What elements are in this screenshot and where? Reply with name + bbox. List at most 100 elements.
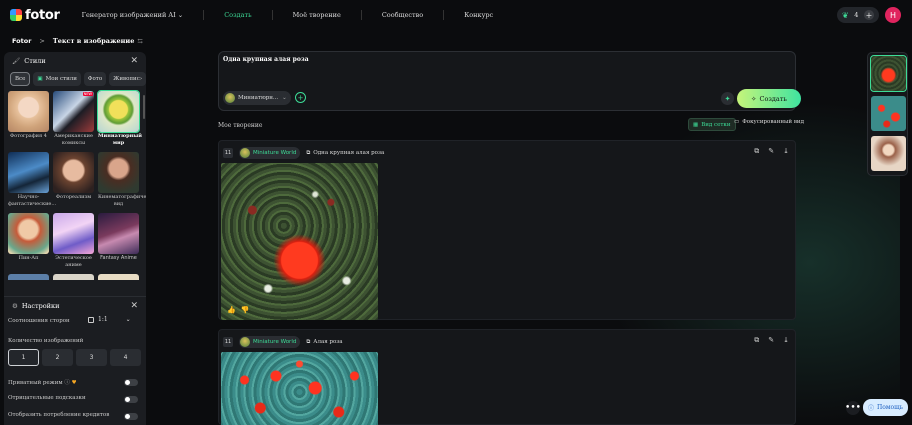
help-icon[interactable]: ⓘ — [64, 380, 70, 386]
count-3-button[interactable]: 3 — [76, 349, 107, 366]
help-button[interactable]: ⓘ Помощь — [863, 399, 908, 416]
palette-icon: 🖌 — [12, 57, 21, 65]
more-icon[interactable]: ••• — [845, 401, 861, 415]
swap-icon[interactable]: ⇆ — [137, 37, 142, 45]
add-credits-button[interactable]: + — [864, 10, 874, 20]
new-badge: NEW — [82, 92, 93, 96]
history-thumbnail[interactable] — [871, 136, 906, 171]
copy-icon[interactable]: ⧉ — [754, 147, 759, 156]
breadcrumb: Fotor > Текст в изображение ⇆ — [12, 37, 143, 45]
prompt-box[interactable]: Одна крупная алая роза Миниатюрн... ⌄ + … — [218, 51, 801, 111]
count-2-button[interactable]: 2 — [42, 349, 73, 366]
chip-painting[interactable]: Живопис › — [109, 72, 146, 86]
style-tile[interactable]: Фотография 4 — [8, 91, 49, 152]
card-actions: ⧉ ✎ ⤓ — [754, 336, 789, 345]
grid-icon: ▦ — [693, 121, 699, 128]
nav-ai-generator[interactable]: Генератор изображений AI ⌄ — [82, 11, 184, 19]
create-button[interactable]: ✧ Создать — [737, 89, 801, 108]
aspect-select[interactable]: 1:1 ⌄ — [88, 316, 131, 323]
model-badge: 11 — [223, 337, 233, 347]
style-thumbnail — [97, 90, 140, 133]
styles-icon: ▣ — [37, 76, 43, 82]
add-style-icon[interactable]: + — [295, 92, 306, 103]
prompt-icon: ⧉ — [306, 338, 311, 345]
style-filter-chips: Все ▣ Мои стили Фото Живопис › — [4, 72, 146, 86]
thumbs-up-icon[interactable]: 👍 — [227, 306, 236, 314]
close-icon[interactable]: ✕ — [130, 301, 138, 311]
grid-view-button[interactable]: ▦ Вид сетки — [688, 118, 736, 131]
style-thumbnail — [240, 148, 250, 158]
prompt-tag[interactable]: ⧉ Алая роза — [306, 339, 342, 346]
gallery-title: Мое творение — [218, 122, 263, 129]
prompt-icon: ⧉ — [306, 149, 311, 156]
chevron-right-icon: › — [139, 76, 143, 82]
private-mode-toggle[interactable] — [124, 379, 138, 386]
negative-prompts-toggle[interactable] — [124, 396, 138, 403]
style-tag[interactable]: Miniature World — [239, 147, 301, 159]
square-icon — [88, 316, 94, 323]
magic-enhance-icon[interactable]: ✦ — [721, 92, 734, 105]
style-tile[interactable]: NEW Американские комиксы — [53, 91, 94, 152]
styles-scrollbar[interactable] — [143, 95, 145, 119]
style-thumbnail[interactable] — [53, 274, 94, 280]
chip-my-styles[interactable]: ▣ Мои стили — [33, 72, 81, 86]
creation-card: 11 Miniature World ⧉ Одна крупная алая ро… — [218, 140, 796, 320]
chevron-down-icon: ⌄ — [177, 11, 184, 19]
generated-image[interactable] — [221, 352, 378, 425]
style-grid: Фотография 4 NEW Американские комиксы Ми… — [4, 86, 146, 274]
count-1-button[interactable]: 1 — [8, 349, 39, 366]
style-selector[interactable]: Миниатюрн... ⌄ — [223, 91, 291, 105]
thumbs-down-icon[interactable]: 👎 — [241, 306, 250, 314]
chevron-down-icon: ⌄ — [125, 316, 131, 323]
private-mode-label: Приватный режим ⓘ ♥ — [8, 380, 77, 386]
creation-card: 11 Miniature World ⧉ Алая роза ⧉ ✎ ⤓ — [218, 329, 796, 425]
style-thumbnail — [8, 213, 49, 254]
style-thumbnail — [8, 91, 49, 132]
history-thumbnail[interactable] — [871, 96, 906, 131]
style-tile[interactable]: Кинематографический вид — [98, 152, 146, 213]
breadcrumb-current: Текст в изображение — [52, 37, 135, 45]
copy-icon[interactable]: ⧉ — [754, 336, 759, 345]
style-tile[interactable]: Пин-Ап — [8, 213, 49, 274]
aspect-label: Соотношения сторон — [8, 318, 70, 324]
style-tile[interactable]: Фотореализм — [53, 152, 94, 213]
fotor-logo[interactable]: fotor — [10, 8, 60, 23]
focused-view-button[interactable]: ▭ Фокусированный вид — [734, 119, 804, 125]
style-thumbnail — [98, 213, 139, 254]
chip-photo[interactable]: Фото — [83, 72, 107, 86]
style-tag[interactable]: Miniature World — [239, 336, 301, 348]
breadcrumb-separator: > — [39, 37, 45, 45]
edit-icon[interactable]: ✎ — [768, 147, 774, 156]
style-tile[interactable]: Эстетическое аниме — [53, 213, 94, 274]
generated-image[interactable] — [221, 163, 378, 320]
breadcrumb-root[interactable]: Fotor — [12, 37, 31, 45]
style-tile[interactable]: Миниатюрный мир — [97, 90, 142, 152]
image-count-selector: 1 2 3 4 — [8, 349, 141, 366]
credits-badge[interactable]: ❦ 4 + — [837, 7, 879, 23]
edit-icon[interactable]: ✎ — [768, 336, 774, 345]
more-styles-row — [4, 274, 146, 280]
credit-usage-toggle[interactable] — [124, 413, 138, 420]
chevron-down-icon: ⌄ — [282, 95, 287, 101]
prompt-tag[interactable]: ⧉ Одна крупная алая роза — [306, 150, 384, 157]
chip-all[interactable]: Все — [10, 72, 31, 86]
avatar[interactable]: H — [885, 7, 901, 23]
style-thumbnail[interactable] — [8, 274, 49, 280]
prompt-input[interactable]: Одна крупная алая роза — [223, 56, 309, 63]
history-thumbnail[interactable] — [870, 55, 907, 92]
style-tile[interactable]: Fantasy Anime — [98, 213, 139, 274]
count-4-button[interactable]: 4 — [110, 349, 141, 366]
count-label: Количество изображений — [8, 338, 84, 344]
logo-icon — [10, 9, 22, 21]
download-icon[interactable]: ⤓ — [783, 147, 789, 156]
nav-divider — [203, 10, 205, 20]
main-area: Одна крупная алая роза Миниатюрн... ⌄ + … — [210, 0, 810, 425]
download-icon[interactable]: ⤓ — [783, 336, 789, 345]
styles-title: Стили — [24, 57, 46, 65]
style-thumbnail[interactable] — [98, 274, 139, 280]
close-icon[interactable]: ✕ — [130, 56, 138, 66]
style-tile[interactable]: Научно-фантастические... — [8, 152, 56, 213]
style-thumbnail — [225, 93, 235, 103]
rating-buttons: 👍 👎 — [227, 306, 249, 314]
help-icon: ⓘ — [868, 405, 875, 412]
